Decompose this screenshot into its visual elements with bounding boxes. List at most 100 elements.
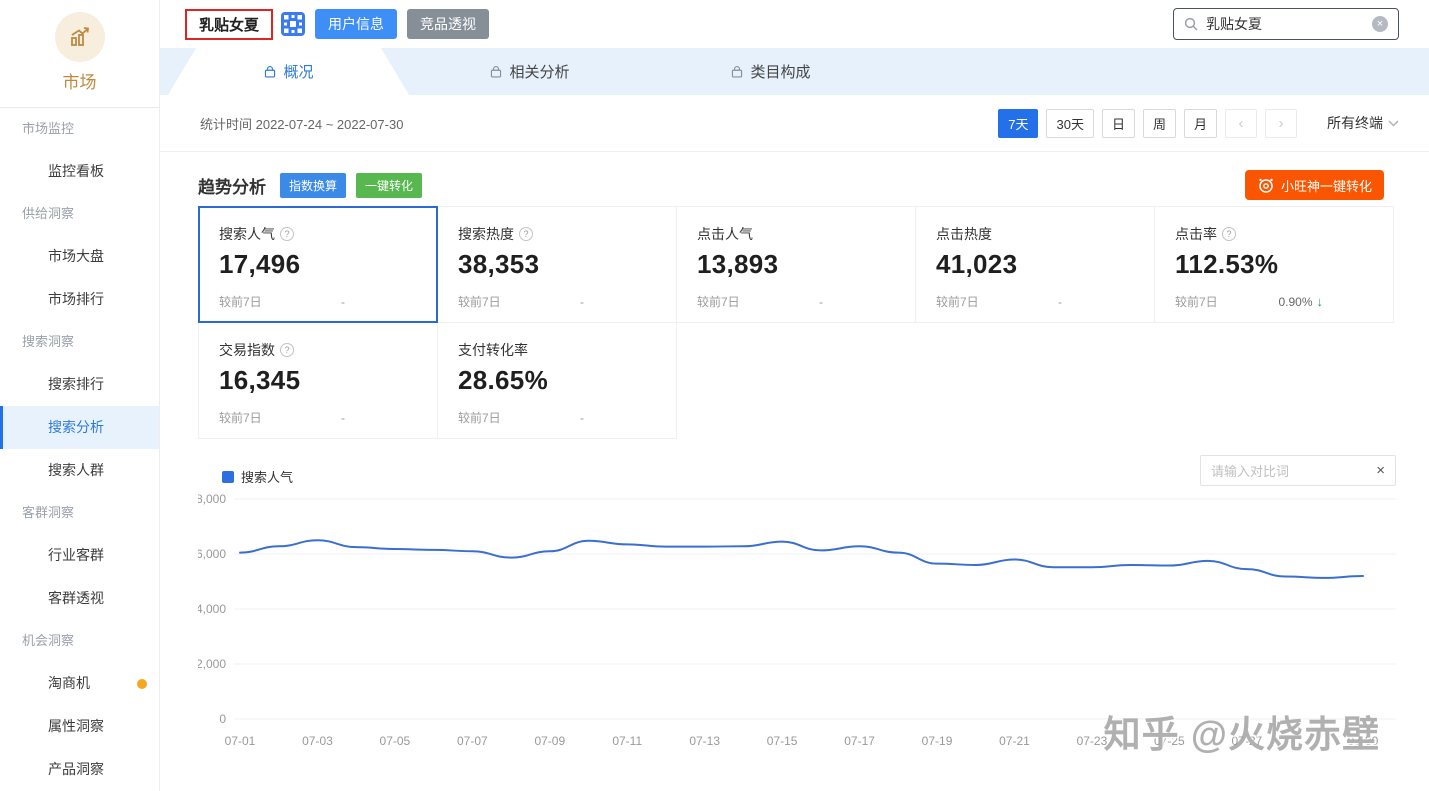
app-icon[interactable] <box>281 12 306 36</box>
compare-value: - <box>341 294 345 309</box>
clear-compare-icon[interactable]: × <box>1376 462 1385 479</box>
bag-icon <box>732 65 743 77</box>
sidebar-group-opportunity-insight: 机会洞察 <box>22 633 75 648</box>
metric-card-click-heat[interactable]: 点击热度 41,023 较前7日 - <box>915 206 1155 323</box>
metric-cards-row2: 交易指数? 16,345 较前7日 - 支付转化率 28.65% 较前7日 - <box>198 322 1398 439</box>
search-icon <box>1184 17 1198 31</box>
terminal-select[interactable]: 所有终端 <box>1327 113 1399 133</box>
svg-text:07-13: 07-13 <box>689 734 720 748</box>
compare-value: - <box>1058 294 1062 309</box>
compare-label: 较前7日 <box>1175 295 1218 309</box>
svg-text:6,000: 6,000 <box>198 547 226 561</box>
sidebar-item-search-crowd[interactable]: 搜索人群 <box>0 449 159 492</box>
tab-category-composition[interactable]: 类目构成 <box>650 48 891 95</box>
tab-bar: 概况 相关分析 类目构成 <box>160 48 1429 95</box>
search-input-value[interactable]: 乳贴女夏 <box>1206 14 1372 34</box>
metric-card-click-rate[interactable]: 点击率? 112.53% 较前7日 0.90% ↓ <box>1154 206 1394 323</box>
compare-input-placeholder: 请输入对比词 <box>1211 464 1290 479</box>
svg-text:07-27: 07-27 <box>1231 734 1262 748</box>
card-title: 搜索人气 <box>219 226 275 242</box>
sidebar-item-monitor-board[interactable]: 监控看板 <box>0 150 159 193</box>
bag-icon <box>491 65 502 77</box>
compare-label: 较前7日 <box>458 411 501 425</box>
chevron-right-icon[interactable]: › <box>1265 108 1297 138</box>
trend-chart: 0 2,000 4,000 6,000 8,000 07-01 07-03 07-05 07-0… <box>196 492 1396 748</box>
chart-area: 0 2,000 4,000 6,000 8,000 07-01 07-03 07-05 07-0… <box>196 491 1404 768</box>
help-icon[interactable]: ? <box>1222 227 1236 241</box>
sidebar-item-market-ranking[interactable]: 市场排行 <box>0 278 159 321</box>
legend-label: 搜索人气 <box>241 470 294 485</box>
range-week-button[interactable]: 周 <box>1142 108 1176 138</box>
competitor-perspective-badge[interactable]: 竞品透视 <box>407 9 490 39</box>
one-key-convert-badge[interactable]: 一键转化 <box>356 172 423 198</box>
keyword-annotation-box: 乳贴女夏 <box>185 8 274 40</box>
tab-label: 相关分析 <box>509 64 570 81</box>
search-box[interactable]: 乳贴女夏 × <box>1173 8 1399 40</box>
trend-section: 趋势分析 指数换算 一键转化 小旺神一键转化 搜索人气? 17,496 较前7日… <box>160 152 1429 791</box>
topbar: 乳贴女夏 用户信息 竞品透视 乳贴女夏 × <box>160 0 1429 48</box>
range-day-button[interactable]: 日 <box>1101 108 1135 138</box>
sidebar-item-tao-opportunity[interactable]: 淘商机 <box>0 662 159 705</box>
app-window: 市场 市场监控 监控看板 供给洞察 市场大盘 市场排行 搜索洞察 搜索排行 搜索… <box>0 0 1429 791</box>
compare-value: - <box>580 294 584 309</box>
compare-label: 较前7日 <box>219 411 262 425</box>
sidebar-item-search-ranking[interactable]: 搜索排行 <box>0 363 159 406</box>
tab-related-analysis[interactable]: 相关分析 <box>409 48 650 95</box>
chevron-down-icon <box>1388 120 1399 126</box>
keyword-label: 乳贴女夏 <box>199 16 260 34</box>
sidebar: 市场 市场监控 监控看板 供给洞察 市场大盘 市场排行 搜索洞察 搜索排行 搜索… <box>0 0 160 791</box>
metric-card-click-popularity[interactable]: 点击人气 13,893 较前7日 - <box>676 206 916 323</box>
metric-card-search-heat[interactable]: 搜索热度? 38,353 较前7日 - <box>437 206 677 323</box>
card-value: 13,893 <box>697 249 779 279</box>
sidebar-item-product-insight[interactable]: 产品洞察 <box>0 748 159 791</box>
stats-toolbar: 统计时间 2022-07-24 ~ 2022-07-30 7天 30天 日 周 … <box>160 95 1429 152</box>
help-icon[interactable]: ? <box>519 227 533 241</box>
help-icon[interactable]: ? <box>280 227 294 241</box>
svg-text:07-23: 07-23 <box>1077 734 1108 748</box>
card-value: 16,345 <box>219 365 301 395</box>
card-title: 交易指数 <box>219 342 275 358</box>
card-value: 112.53% <box>1175 249 1279 279</box>
svg-text:07-30: 07-30 <box>1348 734 1379 748</box>
card-title: 点击率 <box>1175 226 1217 242</box>
sidebar-item-label: 淘商机 <box>48 675 90 691</box>
stat-time-label: 统计时间 2022-07-24 ~ 2022-07-30 <box>200 116 404 132</box>
user-info-badge[interactable]: 用户信息 <box>315 9 398 39</box>
tab-label: 概况 <box>283 64 314 81</box>
card-value: 28.65% <box>458 365 548 395</box>
metric-card-search-popularity[interactable]: 搜索人气? 17,496 较前7日 - <box>198 206 438 323</box>
svg-text:07-11: 07-11 <box>612 734 642 748</box>
chevron-left-icon[interactable]: ‹ <box>1225 108 1257 138</box>
sidebar-item-attribute-insight[interactable]: 属性洞察 <box>0 705 159 748</box>
chart-header: 搜索人气 请输入对比词 × <box>198 455 1398 489</box>
range-30d-button[interactable]: 30天 <box>1046 108 1094 138</box>
sidebar-group-market-monitor: 市场监控 <box>22 121 75 136</box>
index-convert-badge[interactable]: 指数换算 <box>280 172 347 198</box>
chart-legend[interactable]: 搜索人气 <box>222 467 293 486</box>
sidebar-item-search-analysis[interactable]: 搜索分析 <box>0 406 159 449</box>
metric-card-transaction-index[interactable]: 交易指数? 16,345 较前7日 - <box>198 322 438 439</box>
xiaowangshen-convert-button[interactable]: 小旺神一键转化 <box>1244 170 1384 200</box>
compare-value: - <box>341 410 345 425</box>
cta-label: 小旺神一键转化 <box>1280 178 1372 194</box>
help-icon[interactable]: ? <box>280 343 294 357</box>
range-7d-button[interactable]: 7天 <box>998 108 1039 138</box>
sidebar-menu: 市场监控 监控看板 供给洞察 市场大盘 市场排行 搜索洞察 搜索排行 搜索分析 … <box>0 108 159 791</box>
compare-value: - <box>819 294 823 309</box>
svg-text:07-17: 07-17 <box>844 734 875 748</box>
mascot-icon <box>1259 178 1273 193</box>
clear-search-icon[interactable]: × <box>1372 16 1388 32</box>
svg-text:07-05: 07-05 <box>380 734 411 748</box>
sidebar-item-industry-customer[interactable]: 行业客群 <box>0 534 159 577</box>
sidebar-market-logo[interactable]: 市场 <box>0 0 159 107</box>
compare-label: 较前7日 <box>936 295 979 309</box>
metric-card-payment-conversion[interactable]: 支付转化率 28.65% 较前7日 - <box>437 322 677 439</box>
compare-keyword-input[interactable]: 请输入对比词 × <box>1200 455 1396 486</box>
sidebar-item-market-overview[interactable]: 市场大盘 <box>0 235 159 278</box>
card-value: 17,496 <box>219 249 301 279</box>
compare-label: 较前7日 <box>219 295 262 309</box>
range-month-button[interactable]: 月 <box>1183 108 1217 138</box>
main-area: 乳贴女夏 用户信息 竞品透视 乳贴女夏 × 概况 相关分析 类目构成 统计时间 … <box>160 0 1429 791</box>
tab-overview[interactable]: 概况 <box>168 48 409 95</box>
sidebar-item-customer-perspective[interactable]: 客群透视 <box>0 577 159 620</box>
